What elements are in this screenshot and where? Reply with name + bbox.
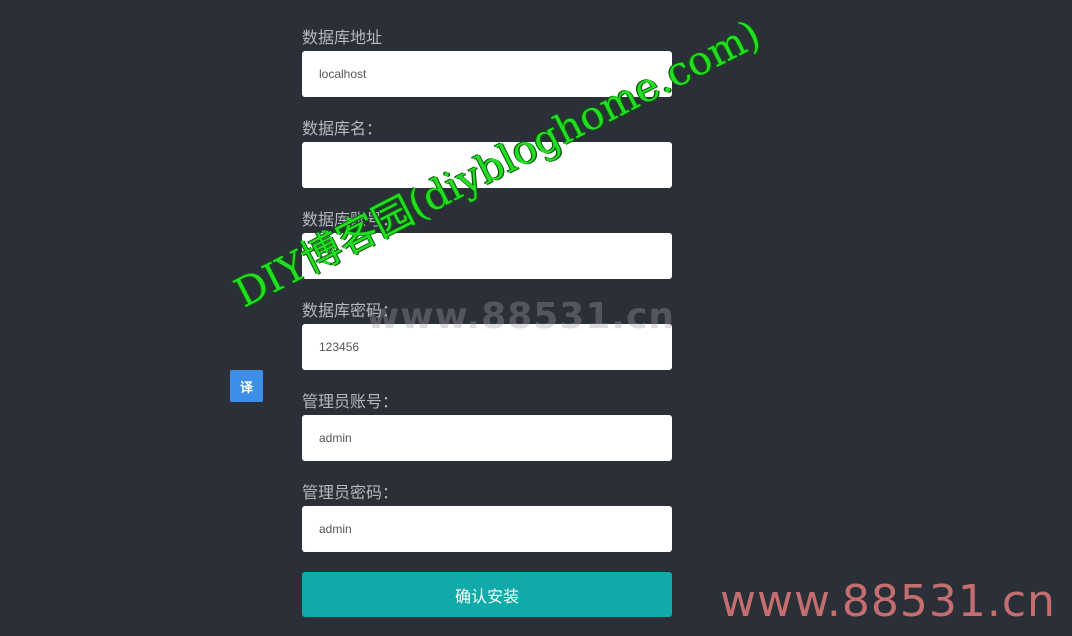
confirm-install-button[interactable]: 确认安装 — [302, 572, 672, 617]
admin-user-label: 管理员账号： — [302, 392, 399, 411]
admin-user-input[interactable] — [302, 415, 672, 461]
watermark-center: www.88531.cn — [366, 296, 676, 337]
db-name-label: 数据库名： — [302, 119, 383, 138]
admin-password-label: 管理员密码： — [302, 483, 399, 502]
db-host-label: 数据库地址 — [302, 28, 383, 47]
translate-button[interactable]: 译 — [230, 370, 263, 402]
admin-password-input[interactable] — [302, 506, 672, 552]
watermark-corner: www.88531.cn — [720, 576, 1056, 627]
